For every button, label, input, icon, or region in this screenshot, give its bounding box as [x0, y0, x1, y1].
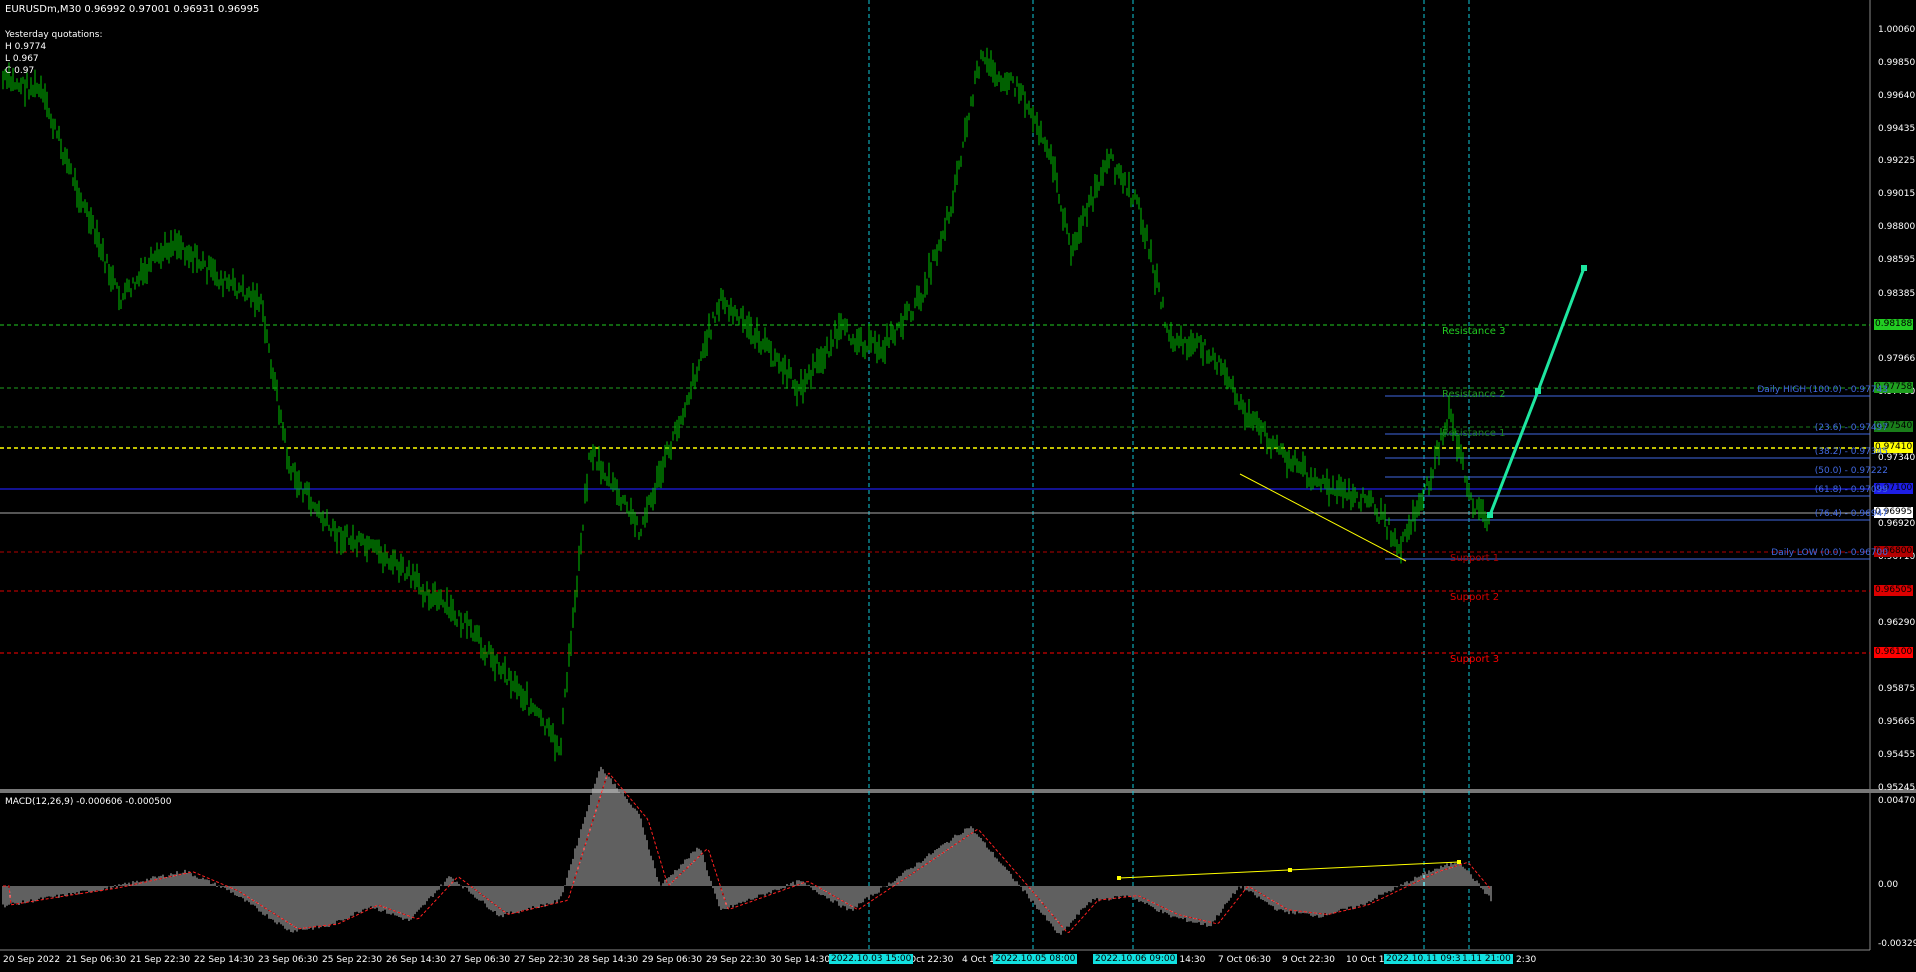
time-tick: 23 Sep 06:30 — [258, 955, 319, 965]
macd-tick: 0.00 — [1878, 880, 1899, 890]
time-tick: 21 Sep 06:30 — [66, 955, 127, 965]
price-tick: 0.99015 — [1878, 189, 1916, 199]
price-tick: 0.98800 — [1878, 222, 1916, 232]
time-tick: 9 Oct 22:30 — [1282, 955, 1335, 965]
price-tick: 0.95245 — [1878, 783, 1916, 793]
time-tick: t 14:30 — [1173, 955, 1206, 965]
yesterday-title: Yesterday quotations: — [5, 30, 103, 40]
fib-label-50: (50.0) - 0.97222 — [1814, 466, 1888, 476]
price-tick: 0.95665 — [1878, 717, 1916, 727]
time-tick: Oct 22:30 — [909, 955, 954, 965]
price-tick: 0.96290 — [1878, 618, 1916, 628]
yesterday-close: C 0.97 — [5, 66, 35, 76]
resistance-2-label: Resistance 2 — [1442, 389, 1506, 400]
price-tag-resistance-3: 0.98188 — [1874, 319, 1913, 330]
time-tick: 22 Sep 14:30 — [194, 955, 255, 965]
price-tick: 0.99640 — [1878, 91, 1916, 101]
time-tick: 29 Sep 22:30 — [706, 955, 767, 965]
fib-label-76-4: (76.4) - 0.96947 — [1814, 509, 1888, 519]
time-tick: 21 Sep 22:30 — [130, 955, 191, 965]
macd-header: MACD(12,26,9) -0.000606 -0.000500 — [5, 797, 172, 807]
time-cursor-label: 2022.10.06 09:00 — [1093, 954, 1178, 964]
price-tick: 0.98595 — [1878, 255, 1916, 265]
fib-label-100: Daily HIGH (100.0) - 0.97743 — [1757, 385, 1888, 395]
yesterday-low: L 0.967 — [5, 54, 39, 64]
time-tick: 27 Sep 22:30 — [514, 955, 575, 965]
time-tick: 2:30 — [1516, 955, 1537, 965]
resistance-1-label: Resistance 1 — [1442, 428, 1506, 439]
price-chart[interactable] — [0, 0, 1916, 972]
fib-label-0: Daily LOW (0.0) - 0.96700 — [1771, 548, 1888, 558]
macd-tick: 0.004705 — [1878, 796, 1916, 806]
support-3-label: Support 3 — [1450, 654, 1500, 665]
subwindow-separator[interactable] — [0, 789, 1916, 793]
price-tick: 1.00060 — [1878, 25, 1916, 35]
price-tag-support-2: 0.96505 — [1874, 585, 1913, 596]
time-tick: 25 Sep 22:30 — [322, 955, 383, 965]
price-tick: 0.99435 — [1878, 124, 1916, 134]
time-cursor-label: 2022.10.03 15:00 — [829, 954, 914, 964]
time-tick: 27 Sep 06:30 — [450, 955, 511, 965]
time-tick: 30 Sep 14:30 — [770, 955, 831, 965]
price-tick: 0.95455 — [1878, 750, 1916, 760]
time-cursor-label: 2022.10.11 09:30 — [1384, 954, 1469, 964]
price-tag-support-3: 0.96100 — [1874, 647, 1913, 658]
time-tick: 26 Sep 14:30 — [386, 955, 447, 965]
price-tick: 0.98385 — [1878, 289, 1916, 299]
time-cursor-label: 1.11 21:00 — [1460, 954, 1513, 964]
price-tick: 0.96920 — [1878, 519, 1916, 529]
time-tick: 20 Sep 2022 — [3, 955, 61, 965]
price-tick: 0.99850 — [1878, 58, 1916, 68]
fib-label-38-2: (38.2) - 0.97345 — [1814, 447, 1888, 457]
macd-tick: -0.003294 — [1878, 939, 1916, 949]
price-tick: 0.99225 — [1878, 156, 1916, 166]
symbol-header: EURUSDm,M30 0.96992 0.97001 0.96931 0.96… — [5, 4, 260, 15]
resistance-3-label: Resistance 3 — [1442, 326, 1506, 337]
fib-label-23-6: (23.6) - 0.97497 — [1814, 423, 1888, 433]
fib-label-61-8: (61.8) - 0.97099 — [1814, 485, 1888, 495]
time-tick: 7 Oct 06:30 — [1218, 955, 1271, 965]
price-tick: 0.95875 — [1878, 684, 1916, 694]
chart-background — [0, 0, 1870, 972]
support-2-label: Support 2 — [1450, 592, 1500, 603]
time-tick: 10 Oct 1 — [1346, 955, 1385, 965]
yesterday-high: H 0.9774 — [5, 42, 47, 52]
price-tick: 0.97966 — [1878, 354, 1916, 364]
time-cursor-label: 2022.10.05 08:00 — [993, 954, 1078, 964]
support-1-label: Support 1 — [1450, 553, 1500, 564]
time-tick: 29 Sep 06:30 — [642, 955, 703, 965]
time-tick: 4 Oct 1 — [962, 955, 995, 965]
time-tick: 28 Sep 14:30 — [578, 955, 639, 965]
